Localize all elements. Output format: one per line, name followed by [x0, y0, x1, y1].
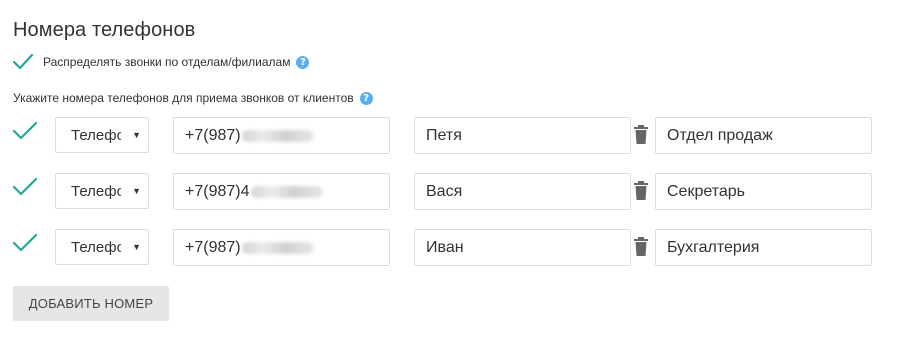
help-icon[interactable]: ?	[296, 55, 310, 69]
department-input[interactable]: Секретарь	[655, 173, 872, 210]
caret-down-icon: ▼	[132, 130, 141, 140]
phone-type-select[interactable]: Телефон ▼	[55, 117, 149, 153]
page-title: Номера телефонов	[13, 19, 196, 41]
phone-row: Телефон ▼ +7(987) Иван Бухгалтерия	[0, 229, 904, 267]
check-icon[interactable]	[12, 52, 34, 72]
help-icon[interactable]: ?	[359, 91, 373, 105]
distribute-calls-label: Распределять звонки по отделам/филиалам	[43, 55, 291, 69]
caret-down-icon: ▼	[132, 242, 141, 252]
contact-name-input[interactable]: Вася	[414, 173, 631, 210]
phone-type-value: Телефон	[71, 238, 121, 256]
phone-number-prefix: +7(987)4	[185, 182, 250, 200]
phone-type-value: Телефон	[71, 182, 121, 200]
phone-number-input[interactable]: +7(987)	[173, 117, 390, 154]
phone-number-input[interactable]: +7(987)4	[173, 173, 390, 210]
phone-number-prefix: +7(987)	[185, 126, 241, 144]
phone-type-value: Телефон	[71, 126, 121, 144]
add-number-button[interactable]: ДОБАВИТЬ НОМЕР	[13, 286, 169, 321]
phone-number-blurred	[250, 185, 323, 198]
contact-name-input[interactable]: Иван	[414, 229, 631, 266]
phone-number-input[interactable]: +7(987)	[173, 229, 390, 266]
phone-number-blurred	[241, 129, 314, 142]
trash-icon[interactable]	[633, 181, 649, 201]
distribute-calls-option[interactable]: Распределять звонки по отделам/филиалам …	[12, 50, 310, 74]
phones-hint-label: Укажите номера телефонов для приема звон…	[13, 91, 354, 105]
check-icon[interactable]	[12, 232, 38, 254]
phone-number-blurred	[241, 241, 314, 254]
phone-row: Телефон ▼ +7(987) Петя Отдел продаж	[0, 117, 904, 155]
check-icon[interactable]	[12, 120, 38, 142]
phone-row: Телефон ▼ +7(987)4 Вася Секретарь	[0, 173, 904, 211]
contact-name-input[interactable]: Петя	[414, 117, 631, 154]
caret-down-icon: ▼	[132, 186, 141, 196]
trash-icon[interactable]	[633, 237, 649, 257]
phone-type-select[interactable]: Телефон ▼	[55, 173, 149, 209]
check-icon[interactable]	[12, 176, 38, 198]
trash-icon[interactable]	[633, 125, 649, 145]
department-input[interactable]: Отдел продаж	[655, 117, 872, 154]
department-input[interactable]: Бухгалтерия	[655, 229, 872, 266]
phones-hint: Укажите номера телефонов для приема звон…	[13, 89, 373, 107]
phone-type-select[interactable]: Телефон ▼	[55, 229, 149, 265]
phone-number-prefix: +7(987)	[185, 238, 241, 256]
